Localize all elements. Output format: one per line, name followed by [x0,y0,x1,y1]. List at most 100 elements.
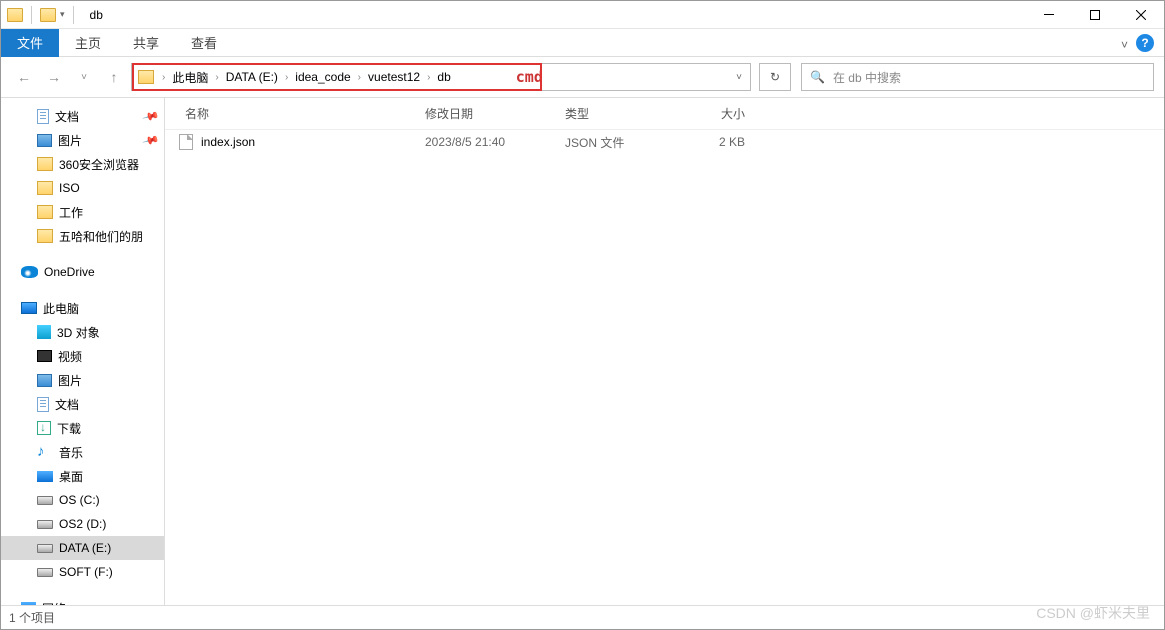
pin-icon: 📌 [142,107,160,125]
file-type: JSON 文件 [565,134,685,151]
address-dropdown-icon[interactable]: ˅ [728,72,750,83]
music-icon: ♪ [37,445,53,459]
sidebar-item-label: 五哈和他们的朋 [59,228,143,245]
document-icon [37,397,49,412]
sidebar-item-drive-c[interactable]: OS (C:) [1,488,164,512]
maximize-button[interactable] [1072,1,1118,29]
3d-icon [37,325,51,339]
picture-icon [37,374,52,387]
sidebar-item-desktop[interactable]: 桌面 [1,464,164,488]
header-type[interactable]: 类型 [565,105,685,122]
file-icon [179,134,193,150]
sidebar-item-label: 文档 [55,396,79,413]
chevron-right-icon[interactable]: › [283,72,290,83]
drive-icon [37,520,53,529]
drive-icon [37,544,53,553]
sidebar-item-thispc[interactable]: 此电脑 [1,296,164,320]
file-pane: 名称 修改日期 类型 大小 index.json 2023/8/5 21:40 … [165,98,1164,605]
cmd-annotation: cmd [516,68,543,86]
crumb-drive[interactable]: DATA (E:) [221,70,283,84]
folder-icon [37,205,53,219]
file-name: index.json [201,135,255,149]
close-button[interactable] [1118,1,1164,29]
picture-icon [37,134,52,147]
separator [31,6,32,24]
header-size[interactable]: 大小 [685,105,745,122]
folder-icon [37,157,53,171]
file-tab[interactable]: 文件 [1,29,59,57]
sidebar-item-label: SOFT (F:) [59,565,113,579]
sidebar-item-downloads[interactable]: 下载 [1,416,164,440]
item-count: 1 个项目 [9,609,55,626]
sidebar-item-label: ISO [59,181,80,195]
crumb-folder[interactable]: db [432,70,455,84]
onedrive-icon [21,266,38,278]
ribbon: 文件 主页 共享 查看 ˅ ? [1,29,1164,57]
chevron-right-icon[interactable]: › [425,72,432,83]
file-row[interactable]: index.json 2023/8/5 21:40 JSON 文件 2 KB [165,130,1164,154]
refresh-button[interactable]: ↻ [759,63,791,91]
up-button[interactable]: ↑ [101,64,127,90]
sidebar-item-pictures[interactable]: 图片📌 [1,128,164,152]
folder-icon [37,229,53,243]
pin-icon: 📌 [142,131,160,149]
sidebar-item-label: 视频 [58,348,82,365]
sidebar-item-label: 360安全浏览器 [59,156,139,173]
crumb-folder[interactable]: vuetest12 [363,70,425,84]
chevron-right-icon[interactable]: › [213,72,220,83]
sidebar-item-3d[interactable]: 3D 对象 [1,320,164,344]
sidebar-item-documents[interactable]: 文档 [1,392,164,416]
sidebar-item-label: 音乐 [59,444,83,461]
sidebar-item-drive-e[interactable]: DATA (E:) [1,536,164,560]
sidebar-item-documents[interactable]: 文档 📌 [1,104,164,128]
sidebar-item-label: OneDrive [44,265,95,279]
column-headers: 名称 修改日期 类型 大小 [165,98,1164,130]
minimize-button[interactable] [1026,1,1072,29]
pc-icon [21,302,37,314]
sidebar-item-label: 下载 [57,420,81,437]
tab-home[interactable]: 主页 [59,27,117,58]
chevron-right-icon[interactable]: › [160,72,167,83]
tab-share[interactable]: 共享 [117,27,175,58]
search-input[interactable]: 🔍 在 db 中搜索 [801,63,1154,91]
sidebar-item-folder[interactable]: 五哈和他们的朋 [1,224,164,248]
sidebar-item-network[interactable]: 网络 [1,596,164,605]
sidebar-item-folder[interactable]: 工作 [1,200,164,224]
sidebar-item-label: 文档 [55,108,79,125]
sidebar-item-pictures[interactable]: 图片 [1,368,164,392]
video-icon [37,350,52,362]
sidebar-item-label: 桌面 [59,468,83,485]
titlebar: ▾ db [1,1,1164,29]
help-icon[interactable]: ? [1136,34,1154,52]
sidebar[interactable]: 文档📌 图片📌 360安全浏览器 ISO 工作 五哈和他们的朋 OneDrive… [1,98,165,605]
download-icon [37,421,51,435]
back-button[interactable]: ← [11,64,37,90]
folder-icon [7,8,23,22]
sidebar-item-folder[interactable]: 360安全浏览器 [1,152,164,176]
header-name[interactable]: 名称 [165,105,425,122]
separator [73,6,74,24]
status-bar: 1 个项目 [1,605,1164,629]
sidebar-item-label: OS (C:) [59,493,100,507]
sidebar-item-videos[interactable]: 视频 [1,344,164,368]
chevron-right-icon[interactable]: › [356,72,363,83]
header-date[interactable]: 修改日期 [425,105,565,122]
sidebar-item-label: 此电脑 [43,300,79,317]
drive-icon [37,568,53,577]
crumb-folder[interactable]: idea_code [290,70,355,84]
sidebar-item-folder[interactable]: ISO [1,176,164,200]
address-bar[interactable]: › 此电脑 › DATA (E:) › idea_code › vuetest1… [131,63,751,91]
window-title: db [90,8,103,22]
sidebar-item-drive-d[interactable]: OS2 (D:) [1,512,164,536]
crumb-thispc[interactable]: 此电脑 [167,69,213,86]
sidebar-item-drive-f[interactable]: SOFT (F:) [1,560,164,584]
sidebar-item-onedrive[interactable]: OneDrive [1,260,164,284]
sidebar-item-label: 3D 对象 [57,324,100,341]
forward-button[interactable]: → [41,64,67,90]
qat-dropdown-icon[interactable]: ▾ [60,9,65,20]
folder-icon [138,70,154,84]
recent-dropdown[interactable]: ˅ [71,64,97,90]
chevron-down-icon[interactable]: ˅ [1121,38,1128,52]
sidebar-item-music[interactable]: ♪ 音乐 [1,440,164,464]
tab-view[interactable]: 查看 [175,27,233,58]
